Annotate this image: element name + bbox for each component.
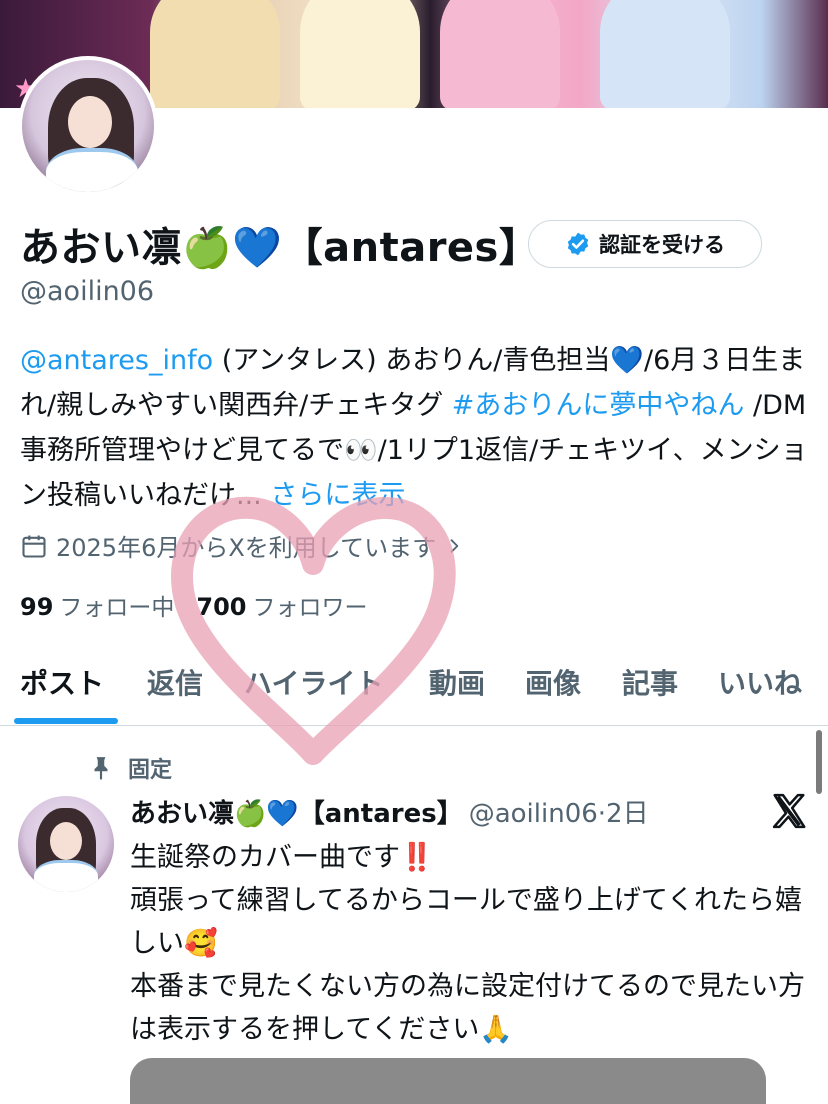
tab-photos[interactable]: 画像 <box>525 662 581 702</box>
bio-hashtag-link[interactable]: #あおりんに夢中やねん <box>452 390 745 421</box>
tab-posts[interactable]: ポスト <box>20 662 104 702</box>
profile-bio: @antares_info (アンタレス) あおりん/青色担当💙/6月３日生まれ… <box>20 338 810 518</box>
following-link[interactable]: 99 フォロー中 <box>20 588 174 622</box>
tab-articles[interactable]: 記事 <box>622 662 678 702</box>
post-line: 頑張って練習してるからコールで盛り上げてくれたら嬉しい🥰 <box>130 885 803 959</box>
banner-figure <box>440 0 560 108</box>
active-tab-indicator <box>14 718 118 724</box>
avatar-dress <box>34 860 98 892</box>
x-logo-icon[interactable] <box>770 792 808 830</box>
banner-figure <box>600 0 730 108</box>
profile-avatar[interactable] <box>18 56 158 196</box>
following-label: フォロー中 <box>59 595 175 621</box>
pin-icon <box>94 757 108 780</box>
calendar-icon <box>22 535 46 558</box>
get-verified-label: 認証を受ける <box>599 233 725 257</box>
pinned-indicator: 固定 <box>88 752 172 784</box>
post-line: 本番まで見たくない方の為に設定付けてるので見たい方は表示するを押してください🙏 <box>130 971 805 1045</box>
profile-handle: @aoilin06 <box>20 276 155 307</box>
get-verified-button[interactable]: 認証を受ける <box>528 220 762 268</box>
joined-date[interactable]: 2025年6月からXを利用しています <box>20 528 464 563</box>
followers-label: フォロワー <box>252 595 368 621</box>
joined-text: 2025年6月からXを利用しています <box>56 534 437 562</box>
pinned-label: 固定 <box>128 758 173 783</box>
post-text: 生誕祭のカバー曲です‼️ 頑張って練習してるからコールで盛り上げてくれたら嬉しい… <box>130 836 810 1051</box>
bio-mention-link[interactable]: @antares_info <box>20 345 213 376</box>
following-count: 99 <box>20 593 54 621</box>
followers-count: 700 <box>196 593 247 621</box>
verified-badge-icon <box>567 232 589 256</box>
tab-highlights[interactable]: ハイライト <box>244 662 383 702</box>
avatar-dress <box>46 148 138 192</box>
show-more-link[interactable]: さらに表示 <box>270 480 405 511</box>
display-name: あおい凛🍏💙【antares】 <box>20 225 540 271</box>
followers-link[interactable]: 700 フォロワー <box>196 588 367 622</box>
tab-replies[interactable]: 返信 <box>147 662 203 702</box>
post-author-avatar[interactable] <box>18 796 114 892</box>
post-author-name[interactable]: あおい凛🍏💙【antares】 <box>130 793 463 830</box>
banner-figure <box>300 0 420 108</box>
avatar-face <box>68 96 112 148</box>
profile-tabs: ポスト 返信 ハイライト 動画 画像 記事 いいね <box>0 640 828 726</box>
tab-videos[interactable]: 動画 <box>429 662 485 702</box>
chevron-right-icon <box>450 538 459 553</box>
post-media[interactable] <box>130 1058 766 1104</box>
avatar-face <box>50 822 82 860</box>
post-author-meta[interactable]: @aoilin06·2日 <box>469 793 649 830</box>
name-row: あおい凛🍏💙【antares】 <box>20 216 539 272</box>
post-line: 生誕祭のカバー曲です‼️ <box>130 842 434 873</box>
banner-figure <box>150 0 280 108</box>
tab-likes[interactable]: いいね <box>718 662 802 702</box>
follow-stats: 99 フォロー中 700 フォロワー <box>20 588 368 622</box>
scrollbar[interactable] <box>816 730 822 794</box>
post-header: あおい凛🍏💙【antares】 @aoilin06·2日 <box>130 790 649 832</box>
